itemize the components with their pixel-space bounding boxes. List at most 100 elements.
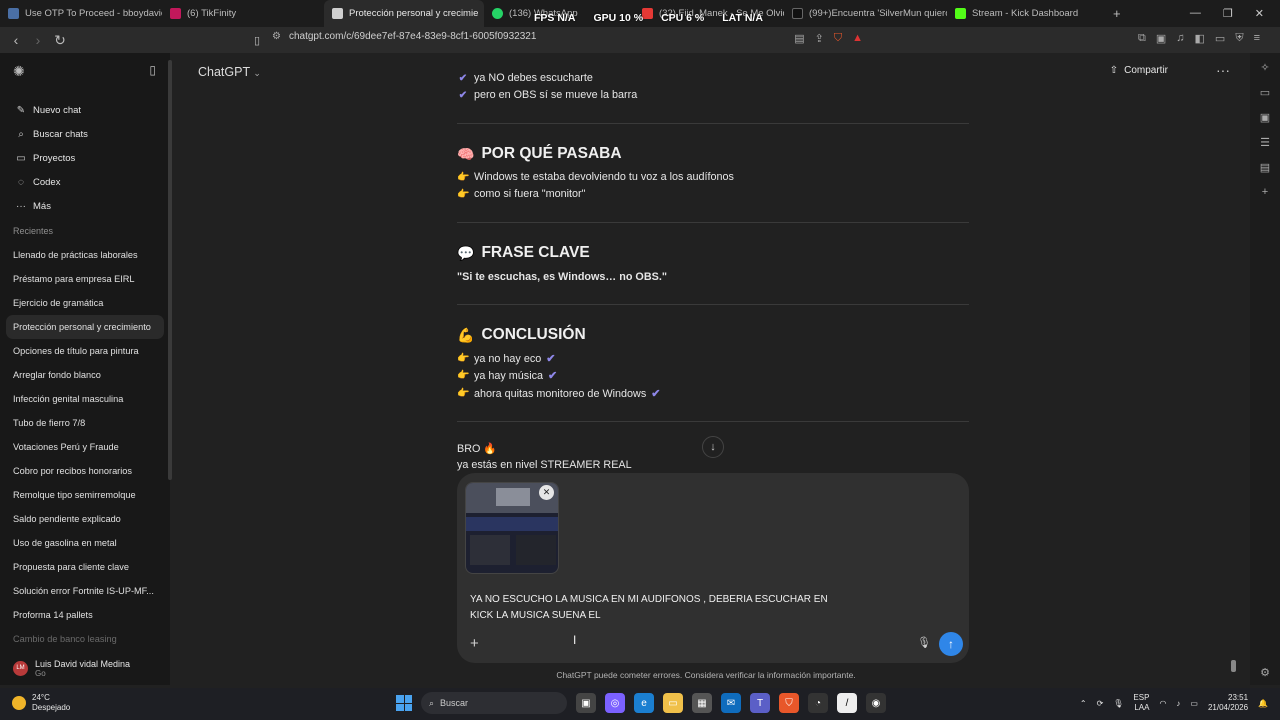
forward-icon[interactable]: › — [28, 32, 48, 48]
chatgpt-logo-icon[interactable]: ✺ — [13, 63, 25, 80]
reload-icon[interactable]: ↻ — [50, 32, 70, 49]
sidebar-item-search[interactable]: ⌕ Buscar chats — [0, 122, 170, 146]
prompt-textarea[interactable]: YA NO ESCUCHO LA MUSICA EN MI AUDIFONOS … — [470, 592, 830, 624]
wallet-panel-icon[interactable]: ▣ — [1260, 111, 1270, 124]
recent-chat-item[interactable]: Ejercicio de gramática — [0, 291, 170, 315]
arrow-down-icon: ↓ — [710, 441, 716, 453]
screenshot-icon[interactable]: ▣ — [1156, 32, 1166, 45]
teams-icon[interactable]: T — [750, 693, 770, 713]
recent-chat-item[interactable]: Votaciones Perú y Fraude — [0, 435, 170, 459]
settings-icon[interactable]: ⚙ — [1260, 666, 1270, 679]
taskbar-search[interactable]: ⌕ Buscar — [421, 692, 567, 714]
minimize-icon[interactable]: — — [1190, 7, 1201, 20]
volume-icon[interactable]: ♪ — [1176, 699, 1180, 708]
edge-icon[interactable]: e — [634, 693, 654, 713]
mic-tray-icon[interactable]: 🎙 — [1113, 699, 1123, 708]
recent-chat-item[interactable]: Préstamo para empresa EIRL — [0, 267, 170, 291]
reading-list-icon[interactable]: ☰ — [1260, 136, 1270, 149]
sidebar-item-projects[interactable]: ▭ Proyectos — [0, 146, 170, 170]
recent-chat-item[interactable]: Remolque tipo semirremolque — [0, 483, 170, 507]
close-window-icon[interactable]: ✕ — [1255, 7, 1264, 20]
bookmark-icon[interactable]: ▯ — [247, 34, 267, 47]
message-line: 👉 como si fuera "monitor" — [457, 188, 586, 200]
wallet-icon[interactable]: ▭ — [1215, 32, 1225, 45]
main-scrollbar[interactable] — [1230, 53, 1236, 685]
recent-chat-item[interactable]: Cambio de banco leasing — [0, 627, 170, 651]
recent-chat-item[interactable]: Opciones de título para pintura — [0, 339, 170, 363]
extensions-icon[interactable]: ⧉ — [1138, 32, 1146, 45]
wifi-icon[interactable]: ◠ — [1159, 699, 1166, 708]
tab-otp[interactable]: Use OTP To Proceed - bboydavicho l — [0, 0, 162, 27]
weather-widget[interactable]: 24°C Despejado — [12, 693, 70, 713]
brave-icon[interactable]: ⛉ — [779, 693, 799, 713]
sidebar-item-new-chat[interactable]: ✎ Nuevo chat — [0, 98, 170, 122]
maximize-icon[interactable]: ❐ — [1223, 7, 1233, 20]
history-icon[interactable]: ▤ — [1260, 161, 1270, 174]
media-icon[interactable]: ♫ — [1176, 32, 1184, 45]
task-view-icon[interactable]: ▣ — [576, 693, 596, 713]
reader-icon[interactable]: ▤ — [794, 32, 804, 45]
recent-chat-item[interactable]: Saldo pendiente explicado — [0, 507, 170, 531]
tab-kick[interactable]: Stream - Kick Dashboard — [947, 0, 1105, 27]
moon-icon — [12, 696, 26, 710]
recent-chat-item[interactable]: Tubo de fierro 7/8 — [0, 411, 170, 435]
recent-chat-item[interactable]: Propuesta para cliente clave — [0, 555, 170, 579]
notification-icon[interactable]: 🔔 — [1258, 699, 1268, 708]
outlook-icon[interactable]: ✉ — [721, 693, 741, 713]
remove-attachment-icon[interactable]: ✕ — [539, 485, 554, 500]
model-selector[interactable]: ChatGPT ⌄ — [198, 65, 261, 79]
recent-chat-item[interactable]: Uso de gasolina en metal — [0, 531, 170, 555]
scrollbar-thumb[interactable] — [1231, 660, 1236, 672]
vpn-icon[interactable]: ⛨ — [1235, 32, 1243, 45]
menu-icon[interactable]: ≡ — [1254, 32, 1260, 45]
copilot-icon[interactable]: ◎ — [605, 693, 625, 713]
windows-start-icon[interactable] — [396, 695, 412, 711]
obs-icon[interactable]: ◉ — [866, 693, 886, 713]
recent-chat-item[interactable]: Solución error Fortnite IS-UP-MF... — [0, 579, 170, 603]
recent-chat-item[interactable]: Llenado de prácticas laborales — [0, 243, 170, 267]
add-panel-icon[interactable]: + — [1262, 186, 1268, 198]
rewards-icon[interactable]: ▲ — [852, 32, 863, 45]
chevron-up-icon[interactable]: ⌃ — [1080, 699, 1087, 708]
disclaimer: ChatGPT puede cometer errores. Considera… — [556, 670, 856, 680]
file-explorer-icon[interactable]: ▭ — [663, 693, 683, 713]
url-field[interactable]: ⚙ chatgpt.com/c/69dee7ef-87e4-83e9-8cf1-… — [272, 31, 536, 42]
microphone-icon[interactable]: 🎙 — [917, 636, 931, 649]
address-bar: ‹ › ↻ ▯ ⚙ chatgpt.com/c/69dee7ef-87e4-83… — [0, 27, 1280, 53]
brave-shield-icon[interactable]: ⛉ — [834, 32, 842, 45]
recent-chat-item[interactable]: Proforma 14 pallets — [0, 603, 170, 627]
clock[interactable]: 23:51 21/04/2026 — [1208, 693, 1248, 713]
site-info-icon[interactable]: ⚙ — [272, 31, 281, 42]
share-page-icon[interactable]: ⇪ — [815, 32, 824, 45]
recent-chat-item[interactable]: Arreglar fondo blanco — [0, 363, 170, 387]
close-sidebar-icon[interactable]: ▯ — [149, 63, 156, 80]
network-activity-icon[interactable]: ⟳ — [1097, 699, 1104, 708]
pointing-hand-icon: 👉 — [457, 171, 470, 183]
share-button[interactable]: ⇧ Compartir — [1110, 65, 1168, 76]
scroll-down-button[interactable]: ↓ — [702, 436, 724, 458]
store-icon[interactable]: ▦ — [692, 693, 712, 713]
sidebar-item-more[interactable]: ··· Más — [0, 194, 170, 218]
recent-chat-item-active[interactable]: Protección personal y crecimiento — [6, 315, 164, 339]
check-icon: ✔ — [651, 388, 661, 400]
capcut-icon[interactable]: / — [837, 693, 857, 713]
leo-ai-icon[interactable]: ✧ — [1260, 61, 1269, 74]
bookmarks-panel-icon[interactable]: ▭ — [1260, 86, 1270, 99]
tab-chatgpt-active[interactable]: Protección personal y crecimie✕ — [324, 0, 484, 27]
recent-chat-item[interactable]: Infección genital masculina — [0, 387, 170, 411]
message-line: ✔ pero en OBS sí se mueve la barra — [458, 89, 638, 101]
send-button[interactable]: ↑ — [939, 632, 963, 656]
user-profile[interactable]: LM Luis David vidal Medina Go — [0, 651, 170, 685]
language-indicator[interactable]: ESP LAA — [1133, 693, 1149, 713]
davinci-icon[interactable]: ◔ — [808, 693, 828, 713]
recent-chat-item[interactable]: Cobro por recibos honorarios — [0, 459, 170, 483]
add-attachment-icon[interactable]: + — [470, 635, 479, 652]
sidebar-toggle-icon[interactable]: ◧ — [1195, 32, 1205, 45]
more-options-icon[interactable]: ··· — [1216, 62, 1230, 78]
tab-tikfinity[interactable]: (6) TikFinity — [162, 0, 324, 27]
sidebar-item-codex[interactable]: ◌ Codex — [0, 170, 170, 194]
battery-icon[interactable]: ▭ — [1190, 699, 1198, 708]
new-tab-button[interactable]: + — [1105, 0, 1129, 27]
back-icon[interactable]: ‹ — [6, 32, 26, 48]
tab-tiktok[interactable]: (99+)Encuentra 'SilverMun quiero m — [784, 0, 947, 27]
